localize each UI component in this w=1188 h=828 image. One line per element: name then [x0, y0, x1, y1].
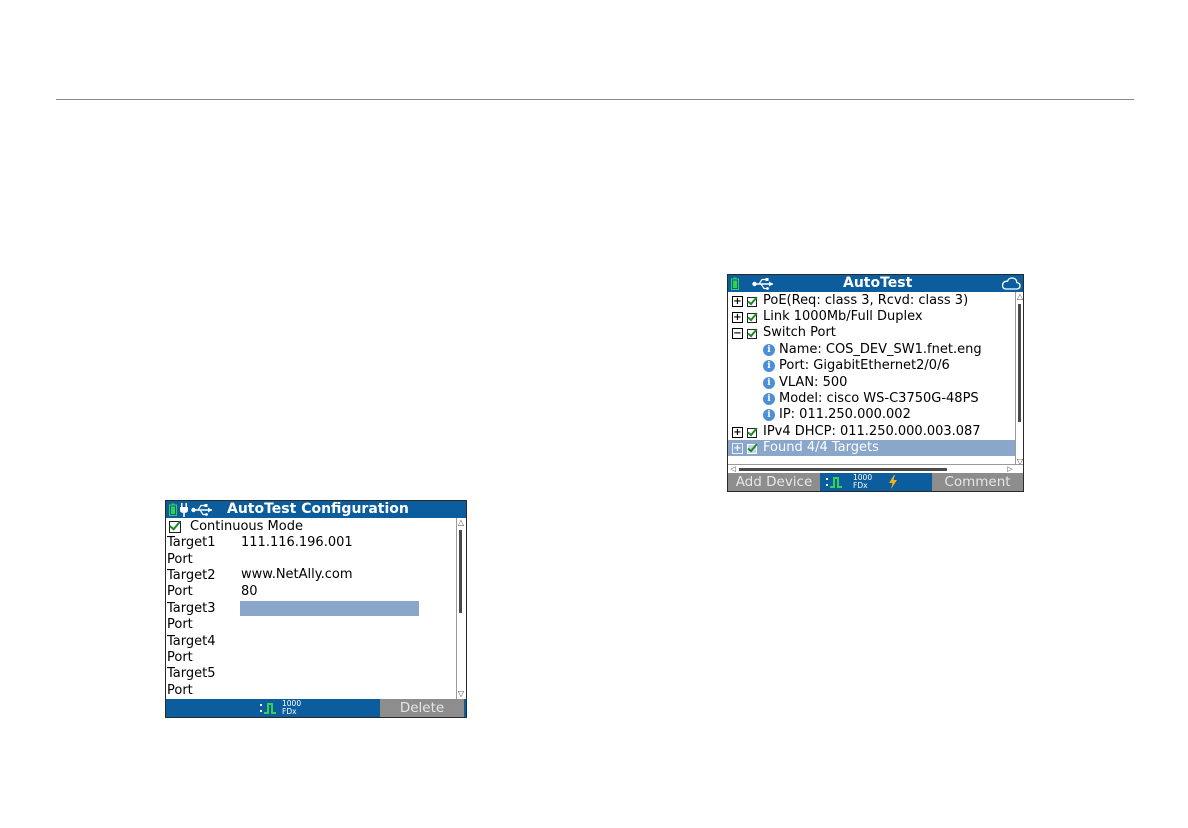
tree-item-switch-ip[interactable]: i IP: 011.250.000.002: [728, 407, 1015, 423]
power-plug-icon: [180, 503, 188, 517]
autotest-title: AutoTest: [843, 275, 913, 291]
target4-label: Target4: [167, 634, 216, 649]
target1-label: Target1: [167, 535, 216, 550]
usb-icon: [752, 278, 773, 290]
pass-check-icon: [747, 428, 757, 438]
config-vertical-scrollbar[interactable]: △ ▽: [456, 518, 465, 699]
tree-item-switch-port-id[interactable]: i Port: GigabitEthernet2/0/6: [728, 358, 1015, 374]
autotest-configuration-screen: AutoTest Configuration Continuous Mode T…: [165, 500, 467, 718]
target3-input-highlight[interactable]: [240, 601, 419, 616]
tree-item-label: PoE(Req: class 3, Rcvd: class 3): [763, 293, 969, 308]
target2-label: Target2: [167, 568, 216, 583]
cloud-icon[interactable]: [1001, 276, 1021, 291]
autotest-results-screen: AutoTest + PoE(Req: class 3, Rcvd: class…: [727, 274, 1024, 492]
comment-button[interactable]: Comment: [932, 473, 1023, 491]
tree-item-ipv4-dhcp[interactable]: + IPv4 DHCP: 011.250.000.003.087: [728, 424, 1015, 440]
expand-plus-icon[interactable]: +: [732, 427, 743, 438]
pass-check-icon: [747, 444, 757, 454]
pass-check-icon: [747, 329, 757, 339]
config-scroll-thumb[interactable]: [459, 530, 462, 613]
target3-label: Target3: [167, 601, 216, 616]
target2-value[interactable]: www.NetAlly.com: [241, 567, 353, 583]
page-divider-rule: [56, 99, 1134, 100]
info-icon: i: [763, 360, 775, 372]
pass-check-icon: [747, 297, 757, 307]
link-pulse-icon: [260, 703, 276, 714]
tree-item-label: Name: COS_DEV_SW1.fnet.eng: [779, 342, 982, 357]
link-duplex: FDx: [853, 481, 868, 490]
target5-label: Target5: [167, 666, 216, 681]
tree-item-poe[interactable]: + PoE(Req: class 3, Rcvd: class 3): [728, 293, 1015, 309]
info-icon: i: [763, 377, 775, 389]
scroll-up-arrow-icon[interactable]: △: [1016, 292, 1023, 302]
config-softkey-bar: 1000 FDx Delete: [166, 699, 466, 717]
target1-value[interactable]: 111.116.196.001: [241, 535, 353, 551]
tree-item-label: Link 1000Mb/Full Duplex: [763, 309, 923, 324]
tree-item-label: VLAN: 500: [779, 375, 848, 390]
expand-plus-icon[interactable]: +: [732, 296, 743, 307]
tree-item-label: Model: cisco WS-C3750G-48PS: [779, 391, 979, 406]
port2-label: Port: [167, 584, 193, 599]
lightning-icon[interactable]: [888, 475, 898, 489]
pass-check-icon: [747, 313, 757, 323]
tree-item-label: Port: GigabitEthernet2/0/6: [779, 358, 950, 373]
tree-item-label: Found 4/4 Targets: [763, 440, 879, 455]
tree-item-switch-port[interactable]: − Switch Port: [728, 325, 1015, 341]
link-status-indicator[interactable]: 1000 FDx: [260, 700, 306, 716]
port3-label: Port: [167, 617, 193, 632]
tree-item-found-targets[interactable]: + Found 4/4 Targets: [728, 440, 1015, 456]
link-pulse-icon: [826, 477, 842, 488]
expand-plus-icon[interactable]: +: [732, 312, 743, 323]
link-duplex: FDx: [282, 707, 297, 716]
delete-button[interactable]: Delete: [380, 699, 464, 717]
info-icon: i: [763, 393, 775, 405]
autotest-scroll-thumb[interactable]: [1018, 304, 1021, 422]
collapse-minus-icon[interactable]: −: [732, 328, 743, 339]
port2-value[interactable]: 80: [241, 584, 258, 600]
add-device-button[interactable]: Add Device: [728, 473, 820, 491]
battery-icon: [169, 503, 177, 516]
info-icon: i: [763, 409, 775, 421]
config-title: AutoTest Configuration: [227, 501, 409, 517]
autotest-softkey-bar: Add Device 1000 FDx Comment: [728, 473, 1023, 491]
tree-item-switch-name[interactable]: i Name: COS_DEV_SW1.fnet.eng: [728, 342, 1015, 358]
continuous-mode-checkbox[interactable]: [169, 521, 181, 533]
port4-label: Port: [167, 650, 193, 665]
config-title-bar: AutoTest Configuration: [166, 501, 466, 518]
tree-item-label: IP: 011.250.000.002: [779, 407, 911, 422]
scroll-up-arrow-icon[interactable]: △: [457, 518, 465, 528]
autotest-hscroll-thumb[interactable]: [739, 468, 947, 471]
port1-label: Port: [167, 552, 193, 567]
port5-label: Port: [167, 683, 193, 698]
autotest-title-bar: AutoTest: [728, 275, 1023, 292]
tree-item-vlan[interactable]: i VLAN: 500: [728, 375, 1015, 391]
autotest-vertical-scrollbar[interactable]: △ ▽: [1015, 292, 1023, 467]
battery-icon: [731, 277, 739, 290]
tree-item-label: IPv4 DHCP: 011.250.000.003.087: [763, 424, 981, 439]
scroll-down-arrow-icon[interactable]: ▽: [457, 689, 465, 699]
tree-item-label: Switch Port: [763, 325, 836, 340]
info-icon: i: [763, 344, 775, 356]
usb-icon: [191, 504, 212, 516]
continuous-mode-label: Continuous Mode: [190, 519, 303, 534]
expand-plus-icon[interactable]: +: [732, 443, 743, 454]
link-status-indicator[interactable]: 1000 FDx: [826, 474, 872, 490]
tree-item-link[interactable]: + Link 1000Mb/Full Duplex: [728, 309, 1015, 325]
tree-item-model[interactable]: i Model: cisco WS-C3750G-48PS: [728, 391, 1015, 407]
